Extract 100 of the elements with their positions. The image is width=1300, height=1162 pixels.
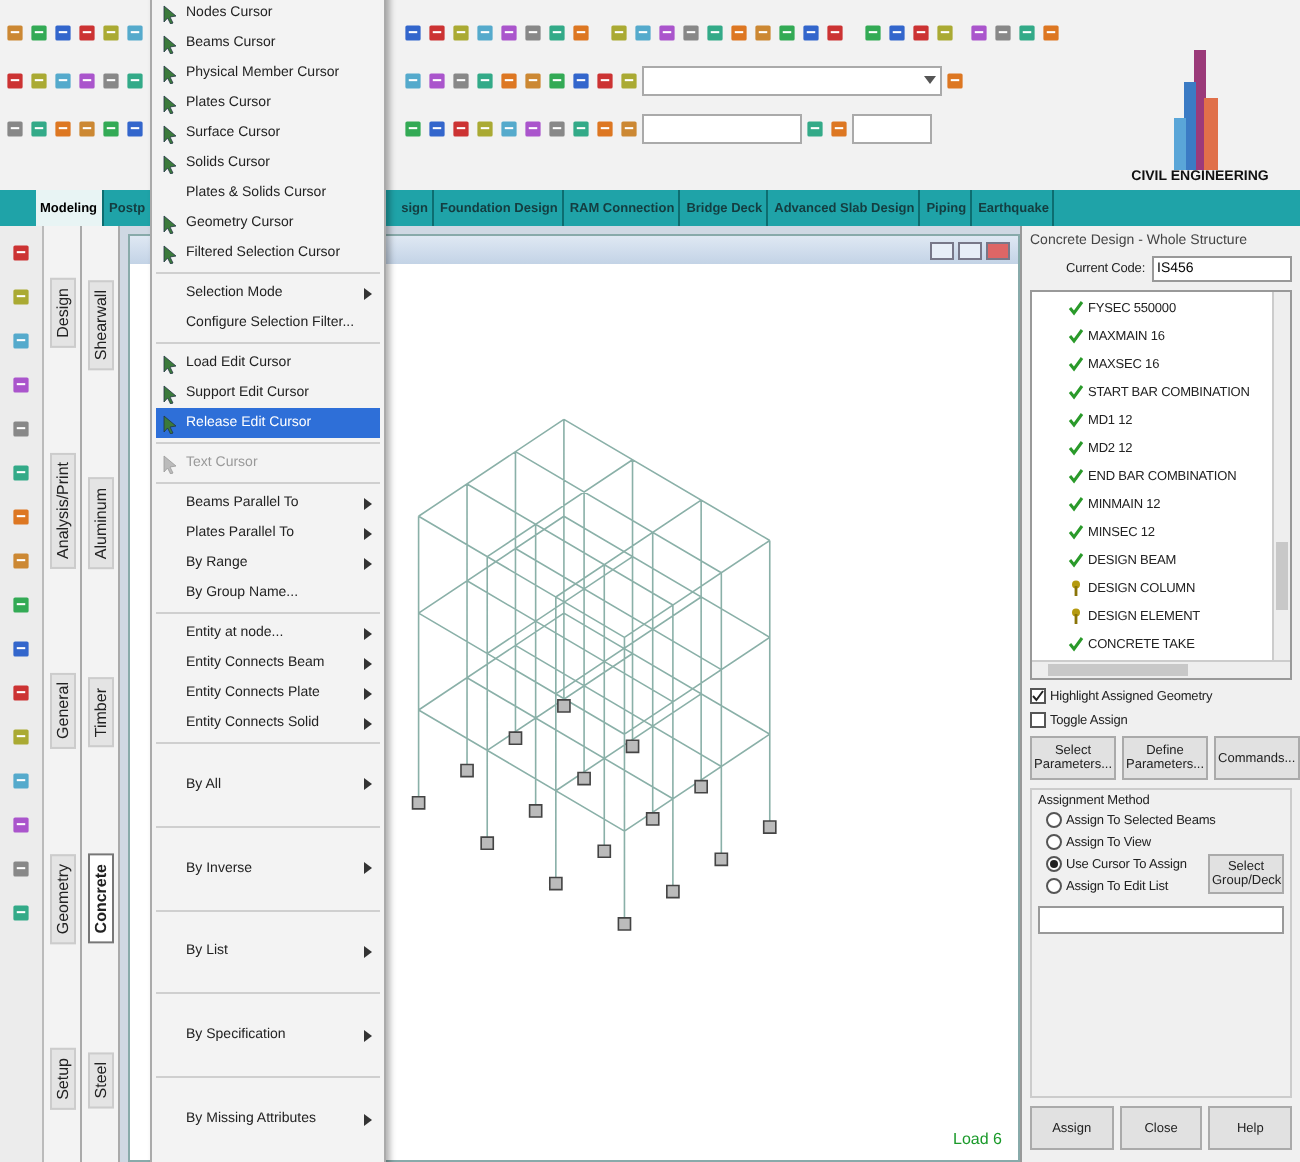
toolbar-icon[interactable] — [522, 69, 544, 91]
toolbar-icon[interactable] — [10, 858, 32, 880]
toolbar-icon[interactable] — [570, 21, 592, 43]
checkbox[interactable] — [1030, 688, 1046, 704]
toolbar-icon[interactable] — [10, 286, 32, 308]
toolbar-icon[interactable] — [28, 117, 50, 139]
side-tab[interactable]: Design — [49, 278, 75, 348]
toolbar-icon[interactable] — [618, 69, 640, 91]
side-tab[interactable]: General — [49, 672, 75, 750]
toolbar-icon[interactable] — [10, 770, 32, 792]
toolbar-icon[interactable] — [474, 21, 496, 43]
toolbar-icon[interactable] — [10, 242, 32, 264]
toolbar-icon[interactable] — [618, 117, 640, 139]
radio-button[interactable] — [1046, 856, 1062, 872]
toolbar-icon[interactable] — [800, 21, 822, 43]
toolbar-icon[interactable] — [28, 69, 50, 91]
dropdown-field[interactable] — [642, 65, 942, 95]
toolbar-icon[interactable] — [52, 69, 74, 91]
toolbar-icon[interactable] — [968, 21, 990, 43]
toolbar-icon[interactable] — [124, 21, 146, 43]
toolbar-icon[interactable] — [10, 594, 32, 616]
toolbar-icon[interactable] — [934, 21, 956, 43]
toolbar-icon[interactable] — [594, 69, 616, 91]
toolbar-icon[interactable] — [10, 814, 32, 836]
toolbar-icon[interactable] — [824, 21, 846, 43]
toolbar-icon[interactable] — [546, 21, 568, 43]
toolbar-icon[interactable] — [100, 21, 122, 43]
toolbar-icon[interactable] — [570, 117, 592, 139]
toolbar-icon[interactable] — [498, 117, 520, 139]
toolbar-icon[interactable] — [594, 117, 616, 139]
radio-button[interactable] — [1046, 812, 1062, 828]
toolbar-icon[interactable] — [10, 418, 32, 440]
toolbar-icon[interactable] — [52, 21, 74, 43]
toolbar-icon[interactable] — [426, 21, 448, 43]
toolbar-icon[interactable] — [10, 374, 32, 396]
toolbar-icon[interactable] — [910, 21, 932, 43]
toolbar-icon[interactable] — [450, 21, 472, 43]
toolbar-icon[interactable] — [498, 21, 520, 43]
toolbar-icon[interactable] — [474, 69, 496, 91]
toolbar-icon[interactable] — [776, 21, 798, 43]
toolbar-icon[interactable] — [704, 21, 726, 43]
checkbox[interactable] — [1030, 712, 1046, 728]
toolbar-icon[interactable] — [10, 330, 32, 352]
toolbar-icon[interactable] — [1016, 21, 1038, 43]
toolbar-icon[interactable] — [450, 69, 472, 91]
toolbar-icon[interactable] — [76, 21, 98, 43]
radio-button[interactable] — [1046, 834, 1062, 850]
toolbar-icon[interactable] — [608, 21, 630, 43]
scrollbar[interactable] — [1032, 660, 1290, 678]
toolbar-icon[interactable] — [4, 117, 26, 139]
toolbar-icon[interactable] — [10, 902, 32, 924]
maximize-button[interactable] — [958, 241, 982, 259]
side-tab[interactable]: Shearwall — [87, 279, 113, 371]
toolbar-icon[interactable] — [10, 726, 32, 748]
radio-button[interactable] — [1046, 878, 1062, 894]
toolbar-icon[interactable] — [52, 117, 74, 139]
toolbar-icon[interactable] — [522, 21, 544, 43]
toolbar-icon[interactable] — [10, 638, 32, 660]
toolbar-icon[interactable] — [10, 550, 32, 572]
input-field[interactable] — [642, 113, 802, 143]
toolbar-icon[interactable] — [680, 21, 702, 43]
side-tab[interactable]: Analysis/Print — [49, 451, 75, 569]
toolbar-icon[interactable] — [402, 21, 424, 43]
toolbar-icon[interactable] — [450, 117, 472, 139]
toolbar-icon[interactable] — [886, 21, 908, 43]
toolbar-icon[interactable] — [992, 21, 1014, 43]
toolbar-icon[interactable] — [728, 21, 750, 43]
toolbar-icon[interactable] — [124, 117, 146, 139]
toolbar-icon[interactable] — [570, 69, 592, 91]
toolbar-icon[interactable] — [124, 69, 146, 91]
toolbar-icon[interactable] — [1040, 21, 1062, 43]
toolbar-icon[interactable] — [804, 117, 826, 139]
toolbar-icon[interactable] — [426, 69, 448, 91]
toolbar-icon[interactable] — [632, 21, 654, 43]
toolbar-icon[interactable] — [862, 21, 884, 43]
toolbar-icon[interactable] — [76, 117, 98, 139]
toolbar-icon[interactable] — [10, 462, 32, 484]
toolbar-icon[interactable] — [546, 69, 568, 91]
toolbar-icon[interactable] — [100, 69, 122, 91]
input-field[interactable] — [1038, 906, 1284, 934]
toolbar-icon[interactable] — [656, 21, 678, 43]
toolbar-icon[interactable] — [426, 117, 448, 139]
toolbar-icon[interactable] — [10, 682, 32, 704]
minimize-button[interactable] — [930, 241, 954, 259]
toolbar-icon[interactable] — [4, 69, 26, 91]
toolbar-icon[interactable] — [4, 21, 26, 43]
side-tab[interactable]: Concrete — [87, 854, 113, 944]
toolbar-icon[interactable] — [10, 506, 32, 528]
side-tab[interactable]: Timber — [87, 677, 113, 747]
toolbar-icon[interactable] — [474, 117, 496, 139]
scrollbar[interactable] — [1272, 292, 1290, 660]
side-tab[interactable]: Aluminum — [87, 478, 113, 570]
toolbar-icon[interactable] — [28, 21, 50, 43]
toolbar-icon[interactable] — [498, 69, 520, 91]
side-tab[interactable]: Setup — [49, 1048, 75, 1110]
toolbar-icon[interactable] — [944, 69, 966, 91]
toolbar-icon[interactable] — [402, 69, 424, 91]
side-tab[interactable]: Geometry — [49, 853, 75, 945]
close-button[interactable] — [986, 241, 1010, 259]
toolbar-icon[interactable] — [828, 117, 850, 139]
